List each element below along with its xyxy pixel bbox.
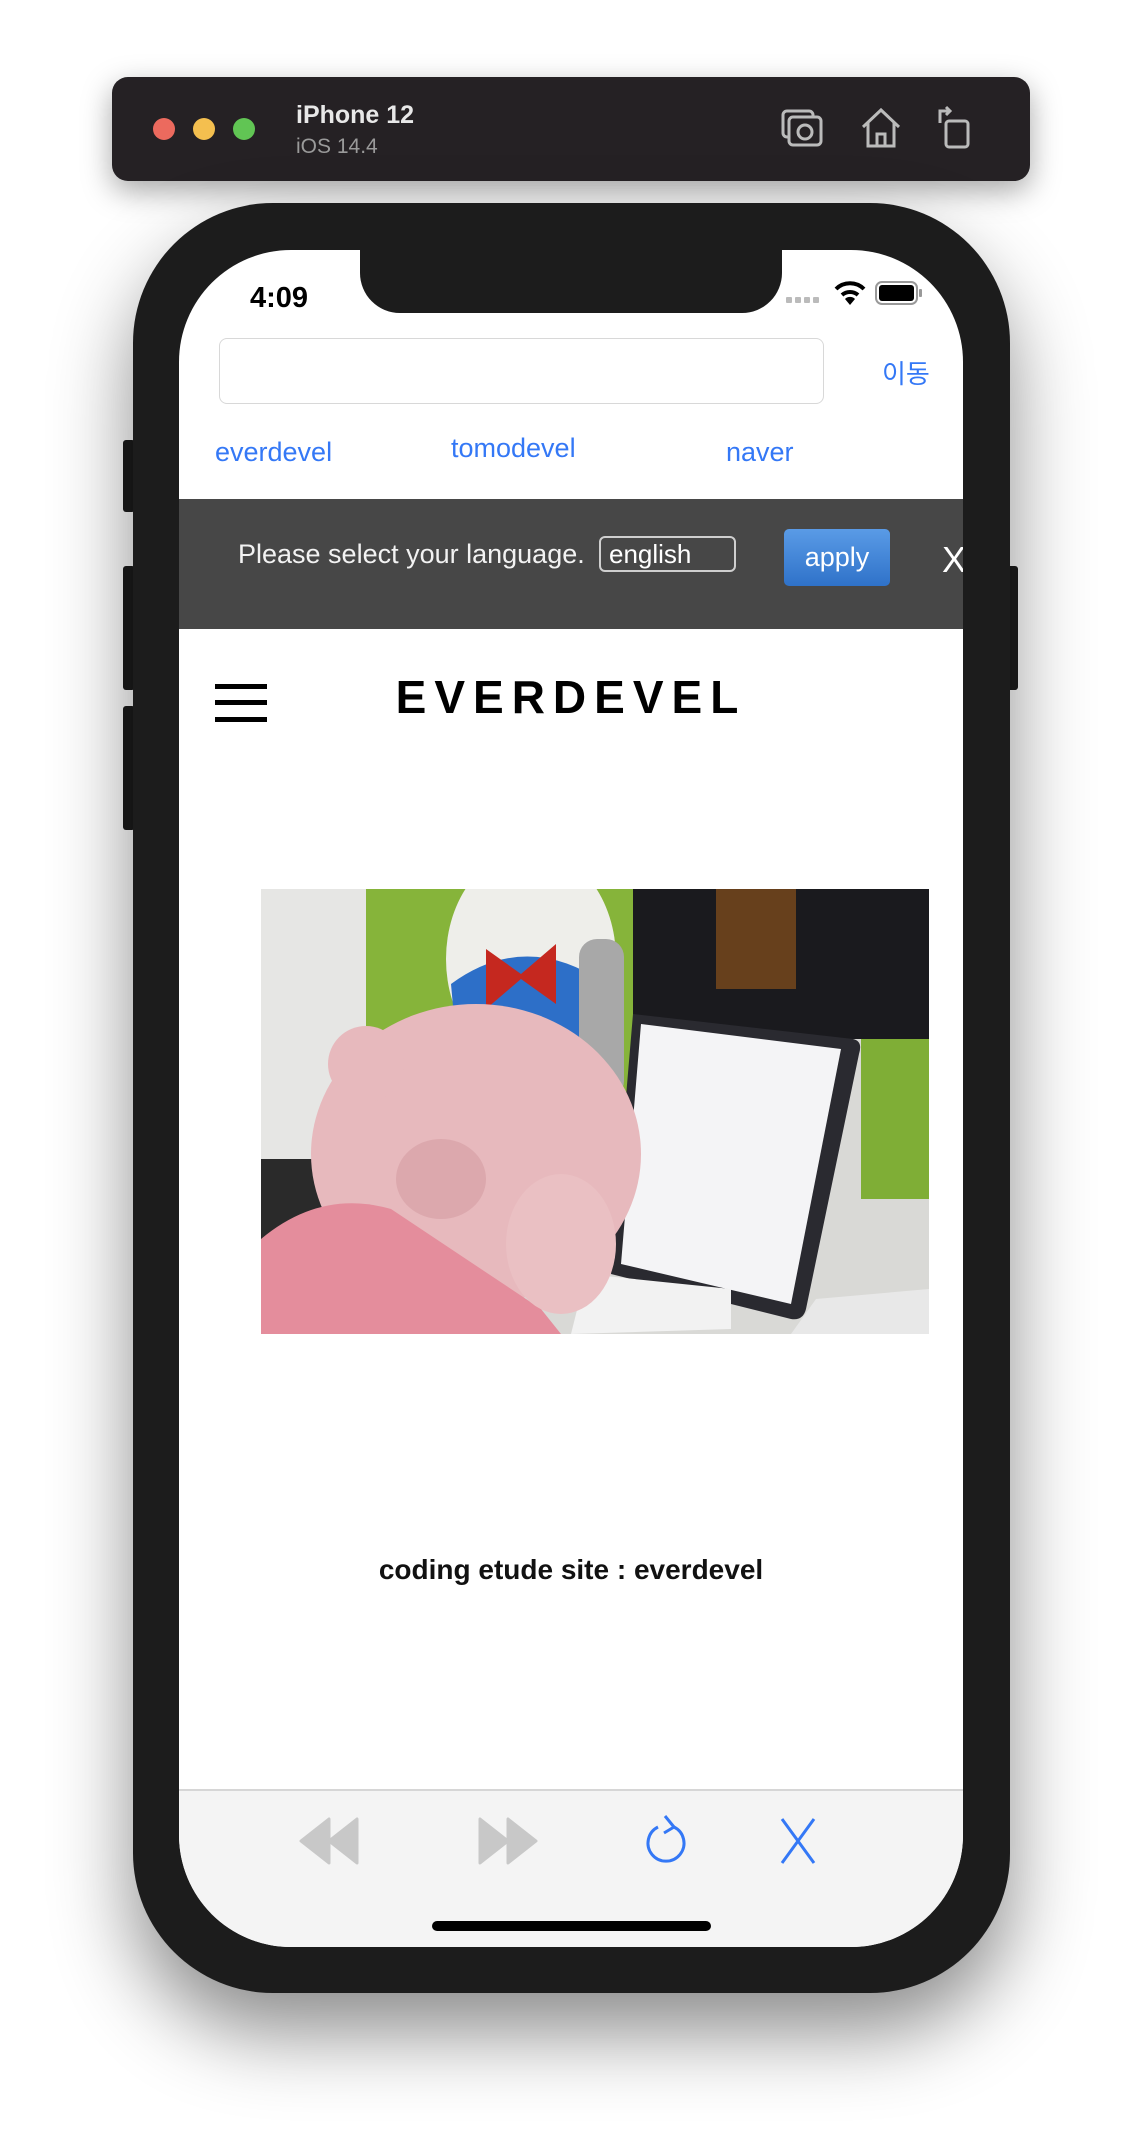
forward-icon[interactable] — [474, 1813, 538, 1869]
reload-icon[interactable] — [634, 1813, 698, 1869]
battery-icon — [875, 281, 922, 305]
language-prompt: Please select your language. — [238, 539, 585, 569]
os-version: iOS 14.4 — [296, 135, 378, 158]
language-select[interactable]: english — [599, 536, 736, 572]
screenshot-icon[interactable] — [779, 105, 825, 151]
site-caption: coding etude site : everdevel — [378, 1554, 764, 1585]
language-bar: Please select your language. english app… — [179, 499, 963, 629]
go-button[interactable]: 이동 — [882, 354, 930, 391]
close-window-button[interactable] — [153, 118, 175, 140]
minimize-window-button[interactable] — [193, 118, 215, 140]
url-input[interactable] — [219, 338, 824, 404]
home-indicator[interactable] — [432, 1921, 711, 1931]
rotate-icon[interactable] — [932, 105, 978, 151]
unused — [112, 118, 134, 140]
link-naver[interactable]: naver — [726, 437, 794, 468]
status-time: 4:09 — [250, 282, 309, 314]
link-tomodevel[interactable]: tomodevel — [451, 433, 576, 464]
site-logo[interactable]: EVERDEVEL — [179, 670, 963, 724]
language-bar-close-button[interactable]: X — [942, 539, 963, 581]
back-icon[interactable] — [299, 1813, 363, 1869]
wifi-icon — [834, 281, 866, 305]
hero-photo — [261, 889, 929, 1334]
close-icon[interactable] — [766, 1813, 830, 1869]
device-name: iPhone 12 — [296, 101, 415, 129]
simulator-title-bar: iPhone 12 iOS 14.4 — [112, 77, 1030, 181]
signal-icon — [786, 297, 819, 303]
zoom-window-button[interactable] — [233, 118, 255, 140]
link-everdevel[interactable]: everdevel — [215, 437, 332, 468]
notch — [360, 250, 782, 313]
home-icon[interactable] — [858, 105, 904, 151]
phone-screen: 4:09 이동 everdevel tomodevel naver Please… — [179, 250, 963, 1947]
apply-button[interactable]: apply — [784, 529, 890, 586]
